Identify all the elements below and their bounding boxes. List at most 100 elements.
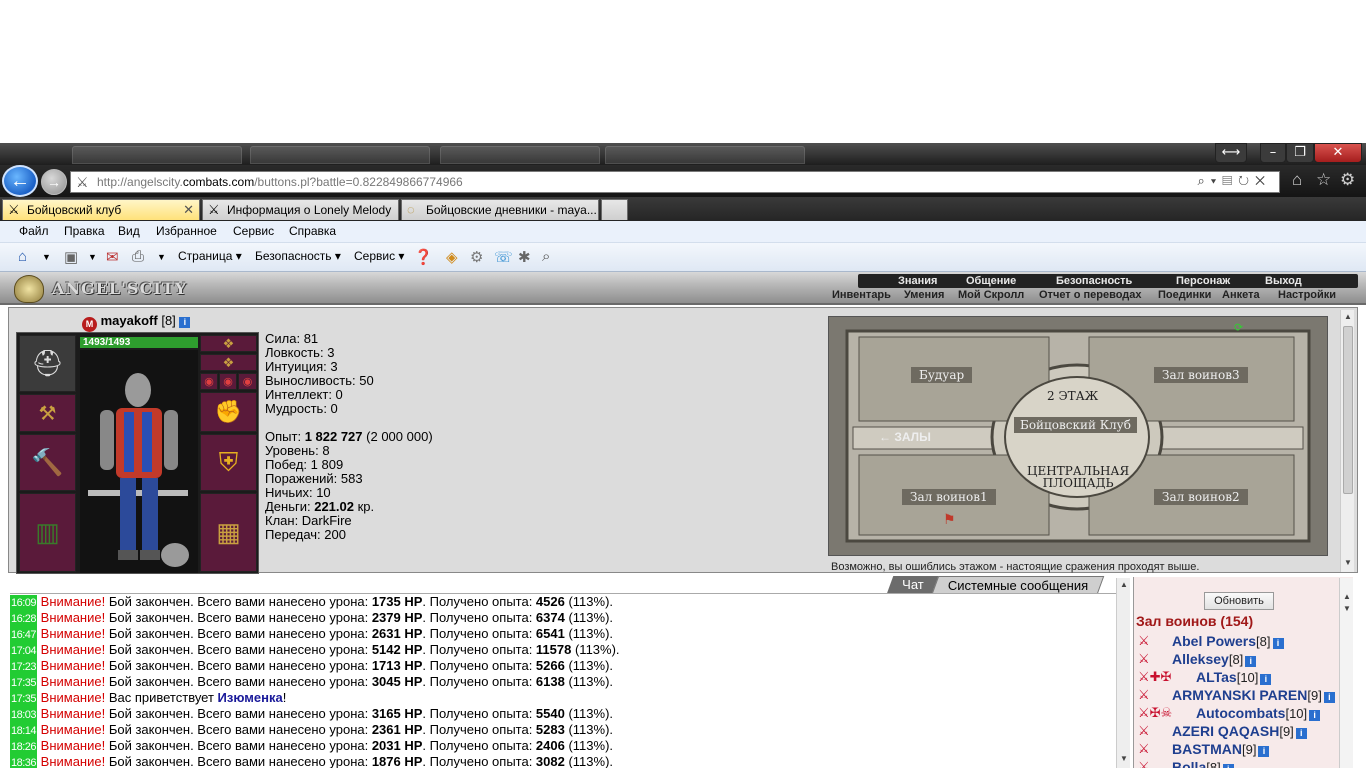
user-name[interactable]: Alleksey (1172, 651, 1229, 667)
map-room-hall3[interactable]: Зал воинов3 (1154, 367, 1248, 383)
subnav-profile[interactable]: Анкета (1222, 289, 1260, 301)
map-room-hall1[interactable]: Зал воинов1 (902, 489, 996, 505)
user-row[interactable]: ⚔ BASTMAN[9] i (1138, 741, 1270, 759)
user-row[interactable]: ⚔ AZERI QAQASH[9] i (1138, 723, 1307, 741)
user-status-icons[interactable]: ⚔ (1138, 741, 1150, 757)
helmet-slot[interactable]: ⛑ (19, 335, 76, 392)
gear-icon[interactable]: ⚙ (1340, 170, 1355, 190)
nav-communication[interactable]: Общение (966, 275, 1016, 287)
search-icon[interactable]: ⌕ (1197, 173, 1210, 188)
gloves-slot[interactable]: ✊ (200, 392, 257, 432)
map-room-hall2[interactable]: Зал воинов2 (1154, 489, 1248, 505)
menu-file[interactable]: Файл (19, 224, 49, 238)
user-row[interactable]: ⚔ Bolla[8]i (1138, 759, 1234, 768)
resize-window-button[interactable]: ⟷ (1215, 143, 1247, 163)
message-time[interactable]: 17:35 (10, 691, 38, 707)
rss-feed-icon[interactable]: ▣ (64, 248, 78, 266)
scroll-down-icon[interactable]: ▼ (1117, 754, 1131, 766)
new-tab-button[interactable] (601, 199, 628, 220)
map-halls-link[interactable]: ← ЗАЛЫ (879, 430, 931, 444)
scroll-up-icon[interactable]: ▲ (1340, 592, 1354, 604)
user-status-icons[interactable]: ⚔ (1138, 687, 1150, 703)
message-time[interactable]: 18:03 (10, 707, 38, 723)
map-floor-2[interactable]: 2 ЭТАЖ (1047, 389, 1098, 403)
close-window-button[interactable]: ✕ (1314, 143, 1362, 163)
refresh-button[interactable]: Обновить (1204, 592, 1274, 610)
ring-slot-1[interactable]: ◉ (200, 373, 218, 390)
character-name[interactable]: mayakoff (101, 313, 158, 328)
chevron-down-icon[interactable]: ▼ (157, 252, 166, 262)
info-icon[interactable]: i (1245, 656, 1257, 667)
home-icon[interactable]: ⌂ (1292, 170, 1302, 190)
user-name[interactable]: ARMYANSKI PAREN (1172, 687, 1307, 703)
main-scrollbar[interactable]: ▲ ▼ (1340, 310, 1354, 572)
message-time[interactable]: 17:35 (10, 675, 38, 691)
earrings-slot[interactable]: ❖ (200, 354, 257, 371)
nav-exit[interactable]: Выход (1265, 275, 1302, 287)
map-central-square[interactable]: ЦЕНТРАЛЬНАЯ ПЛОЩАДЬ (1027, 465, 1129, 489)
user-row[interactable]: ⚔ Abel Powers[8] i (1138, 633, 1284, 651)
cmd-service-menu[interactable]: Сервис ▾ (354, 249, 404, 263)
scroll-down-icon[interactable]: ▼ (1340, 604, 1354, 616)
shield-slot[interactable]: ⛨ (200, 434, 257, 491)
chevron-down-icon[interactable]: ▼ (88, 252, 97, 262)
nav-security[interactable]: Безопасность (1056, 275, 1132, 287)
info-icon[interactable]: i (1295, 728, 1307, 739)
bracers-slot[interactable]: ⚒ (19, 394, 76, 432)
chevron-down-icon[interactable]: ▼ (42, 252, 51, 262)
map-room-boudoir[interactable]: Будуар (911, 367, 973, 383)
user-name[interactable]: ALTas (1196, 669, 1237, 685)
home-icon[interactable]: ⌂ (18, 248, 27, 265)
user-row[interactable]: ⚔✠☠ Autocombats[10] i (1138, 705, 1321, 723)
user-name[interactable]: AZERI QAQASH (1172, 723, 1279, 739)
address-bar[interactable]: ⚔ http://angelscity.combats.com/buttons.… (70, 171, 1280, 193)
maximize-button[interactable]: ❐ (1286, 143, 1314, 163)
ring-slot-2[interactable]: ◉ (219, 373, 237, 390)
info-icon[interactable]: i (1222, 764, 1234, 768)
ring-slot-3[interactable]: ◉ (238, 373, 257, 390)
tools-icon[interactable]: ✱ (518, 248, 531, 266)
user-status-icons[interactable]: ⚔ (1138, 723, 1150, 739)
scroll-up-icon[interactable]: ▲ (1341, 312, 1355, 324)
user-row[interactable]: ⚔✚✠ ALTas[10] i (1138, 669, 1272, 687)
user-status-icons[interactable]: ⚔✚✠ (1138, 669, 1171, 685)
dropdown-icon[interactable]: ▾ (1211, 173, 1222, 188)
boots-slot[interactable]: ▦ (200, 493, 257, 572)
info-icon[interactable]: i (1309, 710, 1321, 721)
help-icon[interactable]: ❓ (414, 248, 433, 266)
message-time[interactable]: 16:09 (10, 595, 38, 611)
chat-scrollbar[interactable]: ▲ ▼ (1116, 578, 1130, 768)
message-time[interactable]: 16:28 (10, 611, 38, 627)
scroll-up-icon[interactable]: ▲ (1117, 580, 1131, 592)
tab-lonely-melody-info[interactable]: ⚔ Информация о Lonely Melody (202, 199, 399, 220)
user-status-icons[interactable]: ⚔ (1138, 759, 1150, 768)
nav-knowledge[interactable]: Знания (898, 275, 937, 287)
message-time[interactable]: 18:36 (10, 755, 38, 768)
print-icon[interactable]: ⎙ (132, 248, 144, 265)
tab-system-messages[interactable]: Системные сообщения (931, 576, 1105, 594)
favorites-star-icon[interactable]: ☆ (1316, 170, 1331, 190)
subnav-inventory[interactable]: Инвентарь (832, 289, 891, 301)
message-time[interactable]: 18:26 (10, 739, 38, 755)
subnav-battles[interactable]: Поединки (1158, 289, 1211, 301)
tab-chat[interactable]: Чат (886, 576, 939, 594)
tab-fight-club[interactable]: ⚔ Бойцовский клуб ✕ (2, 199, 200, 220)
menu-view[interactable]: Вид (118, 224, 140, 238)
amulet-slot[interactable]: ❖ (200, 335, 257, 352)
user-row[interactable]: ⚔ ARMYANSKI PAREN[9] i (1138, 687, 1335, 705)
message-time[interactable]: 16:47 (10, 627, 38, 643)
weapon-slot[interactable]: 🔨 (19, 434, 76, 491)
close-tab-icon[interactable]: ✕ (183, 200, 194, 220)
scroll-thumb[interactable] (1343, 326, 1353, 494)
subnav-settings[interactable]: Настройки (1278, 289, 1336, 301)
nav-character[interactable]: Персонаж (1176, 275, 1230, 287)
map-refresh-icon[interactable]: ⟳ (1234, 321, 1243, 334)
menu-help[interactable]: Справка (289, 224, 336, 238)
addon-icon[interactable]: ◈ (446, 248, 458, 266)
info-icon[interactable]: i (1323, 692, 1335, 703)
armor-slot[interactable]: ▥ (19, 493, 76, 572)
stop-icon[interactable]: ✕ (1255, 173, 1271, 188)
menu-tools[interactable]: Сервис (233, 224, 274, 238)
info-icon[interactable]: i (1260, 674, 1272, 685)
menu-edit[interactable]: Правка (64, 224, 105, 238)
